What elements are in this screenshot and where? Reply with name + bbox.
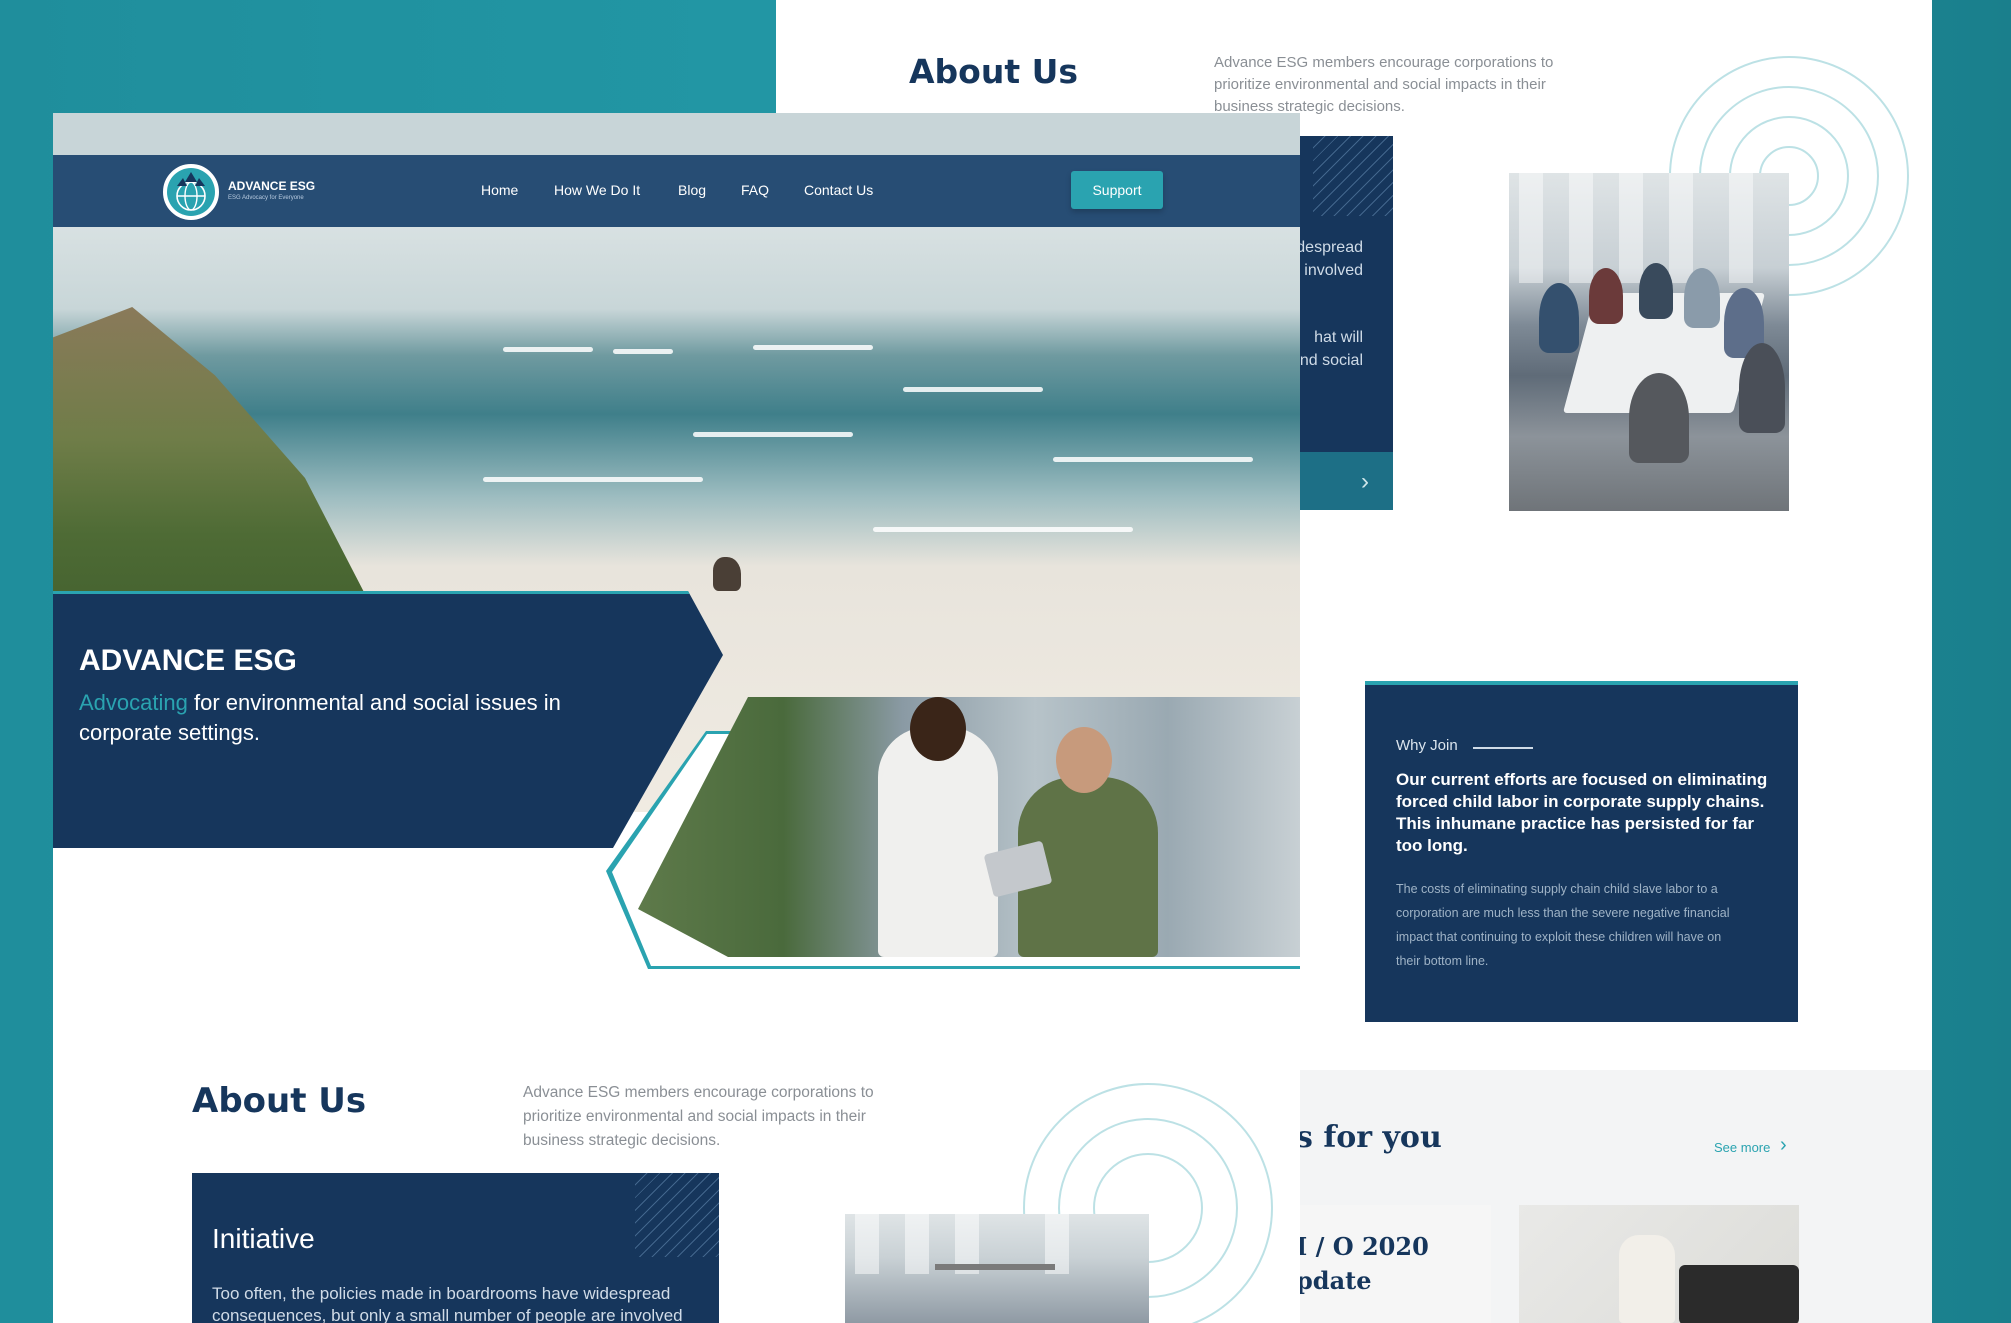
about-us-description: Advance ESG members encourage corporatio… [523, 1084, 874, 1149]
globe-tree-icon[interactable] [163, 164, 219, 220]
hero-card: ADVANCE ESG Advocating for environmental… [53, 591, 723, 848]
nav-how-we-do-it[interactable]: How We Do It [554, 182, 640, 198]
meeting-photo [1509, 173, 1789, 511]
why-join-label: Why Join [1396, 737, 1458, 754]
why-join-body: The costs of eliminating supply chain ch… [1396, 882, 1730, 968]
nav-blog[interactable]: Blog [678, 182, 706, 198]
chevron-right-icon[interactable]: › [1780, 1134, 1787, 1157]
chevron-right-icon[interactable]: › [1361, 468, 1369, 496]
logo-tagline: ESG Advocacy for Everyone [228, 195, 304, 201]
navbar: ADVANCE ESG ESG Advocacy for Everyone Ho… [53, 155, 1300, 227]
meeting-photo-small [845, 1214, 1149, 1323]
support-button[interactable]: Support [1071, 171, 1163, 209]
update-card-title: I / O 2020 pdate [1296, 1232, 1429, 1295]
stripe-pattern [1313, 136, 1393, 216]
nav-home[interactable]: Home [481, 182, 518, 198]
nav-faq[interactable]: FAQ [741, 182, 769, 198]
initiative-text: Too often, the policies made in boardroo… [212, 1284, 683, 1323]
front-page-preview: ADVANCE ESG ESG Advocacy for Everyone Ho… [53, 113, 1300, 1323]
stripe-pattern [635, 1173, 719, 1257]
top-strip [53, 113, 1300, 155]
initiative-title: Initiative [212, 1223, 315, 1254]
nav-contact-us[interactable]: Contact Us [804, 182, 873, 198]
resources-heading: s for you [1296, 1120, 1442, 1155]
hero-subtitle: Advocating for environmental and social … [79, 688, 639, 748]
logo-text[interactable]: ADVANCE ESG [228, 179, 315, 193]
about-us-title: About Us [192, 1081, 367, 1121]
initiative-card: Initiative Too often, the policies made … [192, 1173, 719, 1323]
back-about-title: About Us [909, 52, 1079, 91]
why-join-card: Why Join Our current efforts are focused… [1365, 681, 1798, 1022]
hero-accent-word: Advocating [79, 690, 188, 715]
back-card-text-2: hat will and social [1290, 329, 1363, 369]
laptop-photo[interactable] [1519, 1205, 1799, 1323]
divider [1473, 747, 1533, 749]
hero-title: ADVANCE ESG [79, 644, 297, 677]
colleagues-tablet-photo [638, 697, 1300, 957]
back-about-description: Advance ESG members encourage corporatio… [1214, 54, 1554, 115]
see-more-link[interactable]: See more [1714, 1140, 1770, 1155]
why-join-headline: Our current efforts are focused on elimi… [1396, 770, 1768, 855]
